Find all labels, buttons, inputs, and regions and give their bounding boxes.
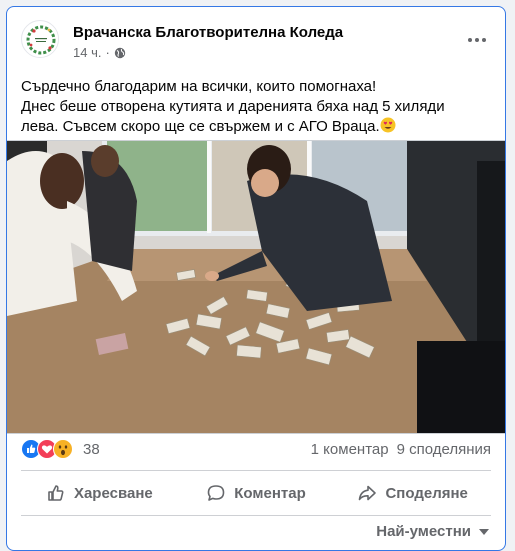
avatar[interactable]	[21, 20, 59, 58]
meta-separator: ·	[105, 45, 110, 60]
globe-icon[interactable]	[114, 47, 126, 59]
page-name[interactable]: Врачанска Благотворителна Коледа	[73, 24, 343, 41]
photo-illustration	[7, 141, 505, 433]
share-icon	[359, 485, 377, 501]
heart-eyes-emoji-icon	[380, 117, 396, 133]
comment-label: Коментар	[234, 484, 306, 502]
post-text: Сърдечно благодарим на всички, които пом…	[21, 77, 491, 137]
comment-count-link[interactable]: 1 коментар	[311, 441, 389, 458]
share-count-link[interactable]: 9 споделяния	[397, 441, 491, 458]
wreath-logo-icon	[23, 22, 58, 57]
comment-button[interactable]: Коментар	[178, 473, 335, 513]
post-photo[interactable]	[7, 140, 505, 434]
caret-down-icon	[479, 528, 489, 535]
more-options-icon[interactable]	[463, 30, 491, 50]
reaction-icons	[21, 439, 73, 459]
reactions-summary[interactable]: 38	[21, 439, 100, 459]
comment-sort-dropdown[interactable]: Най-уместни	[376, 523, 489, 540]
post-text-line: лева. Съвсем скоро ще се свържем и с АГО…	[21, 118, 380, 135]
action-bar: Харесване Коментар Споделяне	[21, 473, 491, 513]
reaction-count: 38	[83, 440, 100, 458]
thumbs-up-icon	[48, 485, 64, 501]
post-text-line-with-emoji: лева. Съвсем скоро ще се свържем и с АГО…	[21, 117, 491, 137]
like-button[interactable]: Харесване	[21, 473, 178, 513]
wow-icon	[53, 439, 73, 459]
engagement-stats: 1 коментар 9 споделяния	[311, 441, 491, 458]
post-header: Врачанска Благотворителна Коледа 14 ч. ·	[21, 20, 491, 64]
post-text-line: Днес беше отворена кутията и даренията б…	[21, 98, 445, 115]
comment-icon	[207, 485, 225, 501]
stats-divider	[21, 470, 491, 471]
post-card: Врачанска Благотворителна Коледа 14 ч. ·…	[6, 6, 506, 551]
actions-divider	[21, 515, 491, 516]
post-time[interactable]: 14 ч.	[73, 45, 101, 60]
post-text-line: Сърдечно благодарим на всички, които пом…	[21, 78, 377, 95]
sort-label: Най-уместни	[376, 523, 471, 540]
like-label: Харесване	[73, 484, 153, 502]
post-meta: 14 ч. ·	[73, 45, 126, 60]
share-button[interactable]: Споделяне	[334, 473, 491, 513]
share-label: Споделяне	[385, 484, 468, 502]
